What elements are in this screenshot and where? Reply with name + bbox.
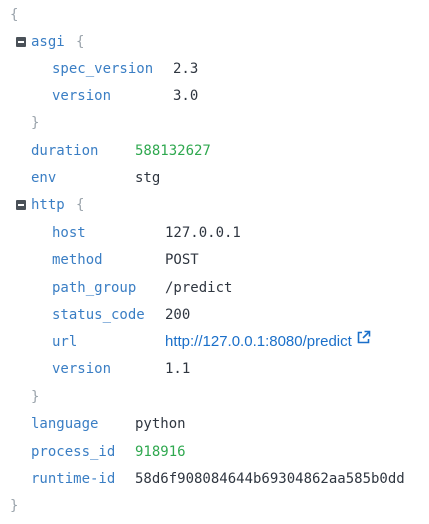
external-link-icon[interactable]: [356, 329, 371, 353]
method-value: POST: [165, 252, 199, 268]
language-key: language: [31, 416, 99, 432]
spec-version-key: spec_version: [52, 61, 154, 77]
asgi-version-value: 3.0: [173, 88, 199, 104]
status-code-key: status_code: [52, 307, 145, 323]
language-value: python: [135, 416, 186, 432]
process-id-key: process_id: [31, 444, 116, 460]
process-id-value: 918916: [135, 444, 186, 460]
path-group-value: /predict: [165, 280, 233, 296]
http-open-brace: {: [76, 197, 85, 213]
duration-key: duration: [31, 143, 99, 159]
path-group-key: path_group: [52, 280, 137, 296]
http-version-key: version: [52, 361, 112, 377]
asgi-close-brace: }: [31, 115, 40, 131]
runtime-id-value: 58d6f908084644b69304862aa585b0dd: [135, 471, 405, 487]
url-link-wrap[interactable]: http://127.0.0.1:8080/predict: [165, 330, 371, 354]
method-key: method: [52, 252, 103, 268]
root-close-brace: }: [10, 498, 19, 514]
asgi-version-key: version: [52, 88, 112, 104]
url-key: url: [52, 334, 78, 350]
url-link[interactable]: http://127.0.0.1:8080/predict: [165, 333, 352, 350]
collapse-asgi-icon[interactable]: [16, 37, 26, 47]
asgi-open-brace: {: [76, 34, 85, 50]
asgi-key: asgi: [31, 34, 65, 50]
status-code-value: 200: [165, 307, 191, 323]
spec-version-value: 2.3: [173, 61, 199, 77]
env-value: stg: [135, 170, 161, 186]
env-key: env: [31, 170, 57, 186]
runtime-id-key: runtime-id: [31, 471, 116, 487]
http-close-brace: }: [31, 389, 40, 405]
host-value: 127.0.0.1: [165, 225, 241, 241]
host-key: host: [52, 225, 86, 241]
duration-value: 588132627: [135, 143, 211, 159]
http-key: http: [31, 197, 65, 213]
root-open-brace: {: [10, 7, 19, 23]
collapse-http-icon[interactable]: [16, 200, 26, 210]
http-version-value: 1.1: [165, 361, 191, 377]
